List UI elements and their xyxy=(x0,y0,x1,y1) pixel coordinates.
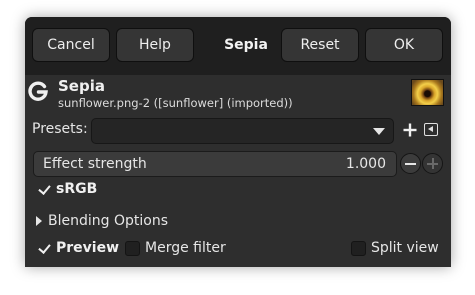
reset-button-label: Reset xyxy=(300,37,340,53)
preset-menu-icon[interactable] xyxy=(424,123,438,136)
sepia-dialog: Cancel Help Sepia Reset OK Sepia sunflow… xyxy=(25,17,451,267)
help-button-label: Help xyxy=(139,37,171,53)
decrease-button[interactable] xyxy=(400,153,421,174)
reset-button[interactable]: Reset xyxy=(281,28,359,62)
cancel-button-label: Cancel xyxy=(47,37,95,53)
header-bar: Cancel Help Sepia Reset OK xyxy=(25,17,451,75)
preview-checkbox[interactable] xyxy=(37,241,52,256)
dialog-title: Sepia xyxy=(224,37,268,53)
split-view-checkbox[interactable] xyxy=(351,241,366,256)
preview-label: Preview xyxy=(56,240,120,256)
merge-filter-checkbox[interactable] xyxy=(125,241,140,256)
help-button[interactable]: Help xyxy=(116,28,194,62)
chevron-down-icon xyxy=(373,128,385,135)
effect-strength-value: 1.000 xyxy=(345,156,386,172)
presets-combo[interactable] xyxy=(91,118,394,144)
sunflower-thumbnail xyxy=(411,79,444,106)
image-subtitle: sunflower.png-2 ([sunflower] (imported)) xyxy=(58,96,293,110)
ok-button[interactable]: OK xyxy=(365,28,443,62)
srgb-label: sRGB xyxy=(56,181,98,197)
gegl-icon xyxy=(28,81,48,101)
effect-strength-label: Effect strength xyxy=(43,156,147,172)
expander-arrow-icon[interactable] xyxy=(36,216,42,226)
merge-filter-label: Merge filter xyxy=(145,240,226,256)
effect-strength-slider[interactable]: Effect strength 1.000 xyxy=(33,151,397,177)
srgb-checkbox[interactable] xyxy=(37,182,52,197)
cancel-button[interactable]: Cancel xyxy=(32,28,110,62)
increase-button[interactable] xyxy=(422,153,443,174)
ok-button-label: OK xyxy=(393,37,415,53)
presets-label: Presets: xyxy=(32,121,88,137)
operation-name: Sepia xyxy=(58,77,105,95)
plus-icon[interactable] xyxy=(402,122,418,138)
blending-options-expander[interactable]: Blending Options xyxy=(48,213,168,229)
split-view-label: Split view xyxy=(371,240,439,256)
